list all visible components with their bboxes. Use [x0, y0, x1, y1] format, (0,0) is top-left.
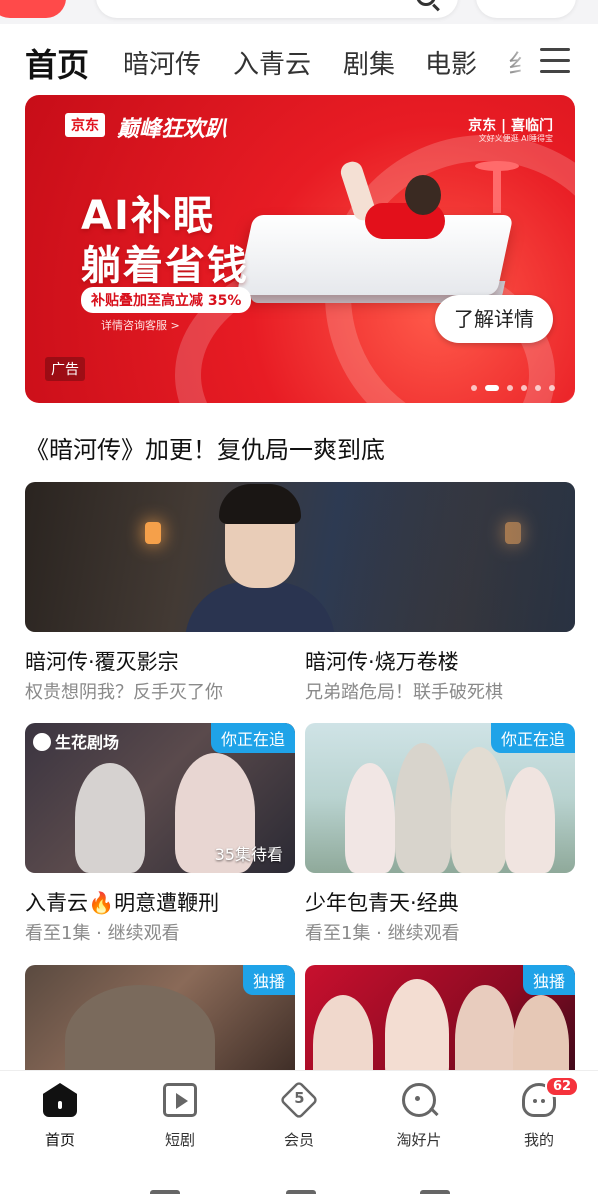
feature-background: [325, 482, 575, 632]
nav-vip[interactable]: 会员: [254, 1080, 344, 1150]
tab-ruqingyun[interactable]: 入青云: [233, 44, 311, 81]
app-logo[interactable]: [0, 0, 66, 18]
studio-logo-text: 生花剧场: [55, 733, 120, 752]
model-image: [405, 175, 441, 215]
nav-home[interactable]: 首页: [15, 1083, 105, 1150]
episode-title[interactable]: 暗河传·烧万卷楼: [305, 646, 459, 676]
show-card-thumbnail[interactable]: 生花剧场 你正在追 35集待看: [25, 723, 295, 873]
home-button-icon[interactable]: [286, 1190, 316, 1199]
tabs-fade: [488, 30, 538, 90]
carousel-dot[interactable]: [520, 384, 527, 391]
nav-label: 会员: [283, 1131, 314, 1149]
search-icon[interactable]: [416, 0, 436, 6]
home-icon: [43, 1083, 77, 1117]
actor-image: [345, 763, 395, 873]
show-card-thumbnail[interactable]: 独播: [305, 965, 575, 1085]
carousel-dot[interactable]: [534, 384, 541, 391]
tab-home[interactable]: 首页: [25, 40, 89, 86]
exclusive-badge: 独播: [242, 965, 295, 995]
tab-anhe-zhuan[interactable]: 暗河传: [123, 44, 201, 81]
bottom-navigation: 首页 短剧 会员 淘好片 62 我的: [0, 1070, 598, 1160]
carousel-dot[interactable]: [549, 384, 555, 391]
short-drama-icon: [163, 1083, 197, 1117]
banner-subsidy: 补贴叠加至高立减 35%: [81, 287, 252, 313]
episode-title[interactable]: 暗河传·覆灭影宗: [25, 646, 179, 676]
nav-label: 短剧: [164, 1131, 195, 1149]
show-title[interactable]: 入青云🔥明意遭鞭刑: [25, 887, 219, 917]
watch-progress: 看至1集 · 继续观看: [25, 923, 180, 944]
banner-headline: 躺着省钱: [81, 243, 249, 289]
learn-more-button[interactable]: 了解详情: [435, 295, 553, 343]
actor-image: [395, 743, 451, 873]
watching-badge: 你正在追: [490, 723, 575, 753]
flower-icon: [33, 733, 51, 751]
section-title[interactable]: 《暗河传》加更！复仇局一爽到底: [25, 430, 385, 465]
nav-profile[interactable]: 62 我的: [494, 1076, 584, 1150]
actor-image: [219, 484, 301, 524]
carousel-dot[interactable]: [506, 384, 513, 391]
system-navigation-bar: [0, 1160, 598, 1199]
channel-tabs: 首页 暗河传 入青云 剧集 电影 纟: [0, 30, 598, 90]
nav-label: 我的: [523, 1131, 554, 1149]
carousel-dots[interactable]: [468, 377, 555, 391]
watching-badge: 你正在追: [210, 723, 295, 753]
nav-label: 淘好片: [396, 1131, 442, 1149]
back-icon[interactable]: [420, 1190, 450, 1199]
tab-series[interactable]: 剧集: [343, 44, 395, 81]
banner-partner: 京东 | 喜临门: [468, 118, 553, 134]
top-action-button[interactable]: [476, 0, 576, 18]
ad-label: 广告: [45, 357, 85, 381]
notification-badge: 62: [545, 1076, 580, 1097]
nav-discover[interactable]: 淘好片: [374, 1083, 464, 1150]
ad-banner[interactable]: 京东 巅峰狂欢趴 京东 | 喜临门 文好义便逛 AI睡得宝 AI补眠 躺着省钱 …: [25, 95, 575, 403]
discover-icon: [402, 1083, 436, 1117]
feature-video-card[interactable]: [25, 482, 575, 632]
lamp-light: [145, 522, 161, 544]
search-bar[interactable]: [96, 0, 458, 18]
carousel-dot-active[interactable]: [484, 384, 499, 391]
watch-progress: 看至1集 · 继续观看: [305, 923, 460, 944]
show-card-thumbnail[interactable]: 独播: [25, 965, 295, 1085]
vip-icon: [279, 1080, 319, 1120]
menu-icon[interactable]: [540, 48, 570, 74]
banner-partner-sub: 文好义便逛 AI睡得宝: [478, 134, 553, 143]
nav-short-drama[interactable]: 短剧: [135, 1083, 225, 1150]
carousel-dot[interactable]: [470, 384, 477, 391]
episodes-pending: 35集待看: [214, 845, 283, 864]
banner-detail-link[interactable]: 详情咨询客服 >: [101, 317, 180, 333]
banner-table-image: [493, 169, 501, 213]
profile-icon: 62: [522, 1076, 580, 1117]
banner-slogan: 巅峰狂欢趴: [117, 117, 228, 142]
top-header-strip: [0, 0, 598, 24]
studio-logo: 生花剧场: [33, 729, 119, 753]
show-title[interactable]: 少年包青天·经典: [305, 887, 459, 917]
episode-subtitle: 权贵想阴我？反手灭了你: [25, 682, 223, 703]
banner-brand: 京东: [65, 113, 105, 137]
recent-apps-icon[interactable]: [150, 1190, 180, 1199]
nav-label: 首页: [44, 1131, 75, 1149]
exclusive-badge: 独播: [522, 965, 575, 995]
actor-image: [505, 767, 555, 873]
actor-image: [185, 582, 335, 632]
actor-image: [451, 747, 507, 873]
episode-subtitle: 兄弟踏危局！联手破死棋: [305, 682, 503, 703]
show-card-thumbnail[interactable]: 你正在追: [305, 723, 575, 873]
tab-movies[interactable]: 电影: [425, 44, 477, 81]
actor-image: [75, 763, 145, 873]
